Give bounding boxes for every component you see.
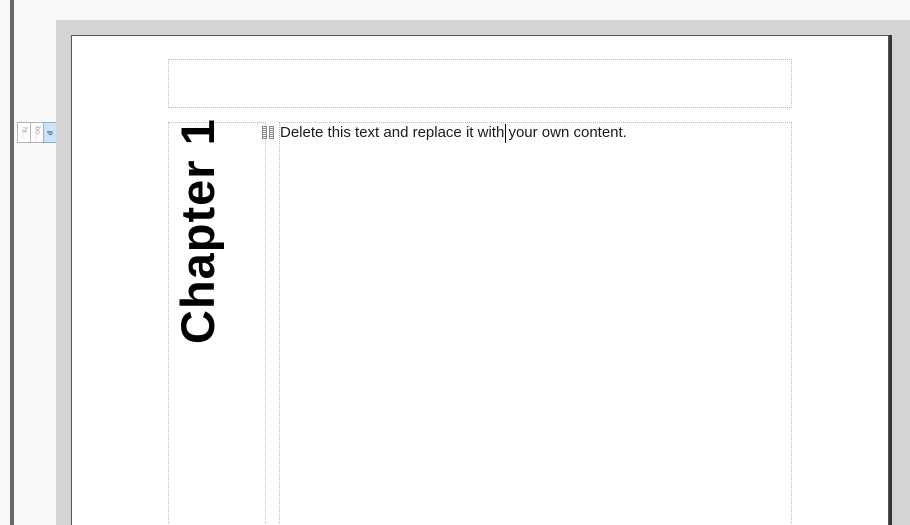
text-caret xyxy=(505,124,506,143)
tag-html-label: ht... xyxy=(20,126,28,139)
drag-handle-icon[interactable] xyxy=(262,126,274,139)
left-divider xyxy=(10,0,14,525)
chapter-heading-text: Chapter 1 xyxy=(171,118,224,344)
document-page[interactable]: Chapter 1 Delete this text and replace i… xyxy=(71,35,889,525)
tag-body[interactable]: bo... xyxy=(30,122,44,143)
tag-body-label: bo... xyxy=(33,125,41,140)
content-region[interactable] xyxy=(279,122,792,525)
tag-paragraph[interactable]: p xyxy=(43,122,57,143)
tag-html[interactable]: ht... xyxy=(17,122,31,143)
design-canvas[interactable]: Chapter 1 Delete this text and replace i… xyxy=(56,20,910,525)
tag-selector-strip: ht... bo... p xyxy=(17,122,57,143)
editor-stage: ht... bo... p Chapter 1 Delete this text… xyxy=(0,0,910,525)
content-paragraph[interactable]: Delete this text and replace it with you… xyxy=(280,124,627,141)
tag-paragraph-label: p xyxy=(46,130,54,135)
header-region[interactable] xyxy=(168,59,792,108)
